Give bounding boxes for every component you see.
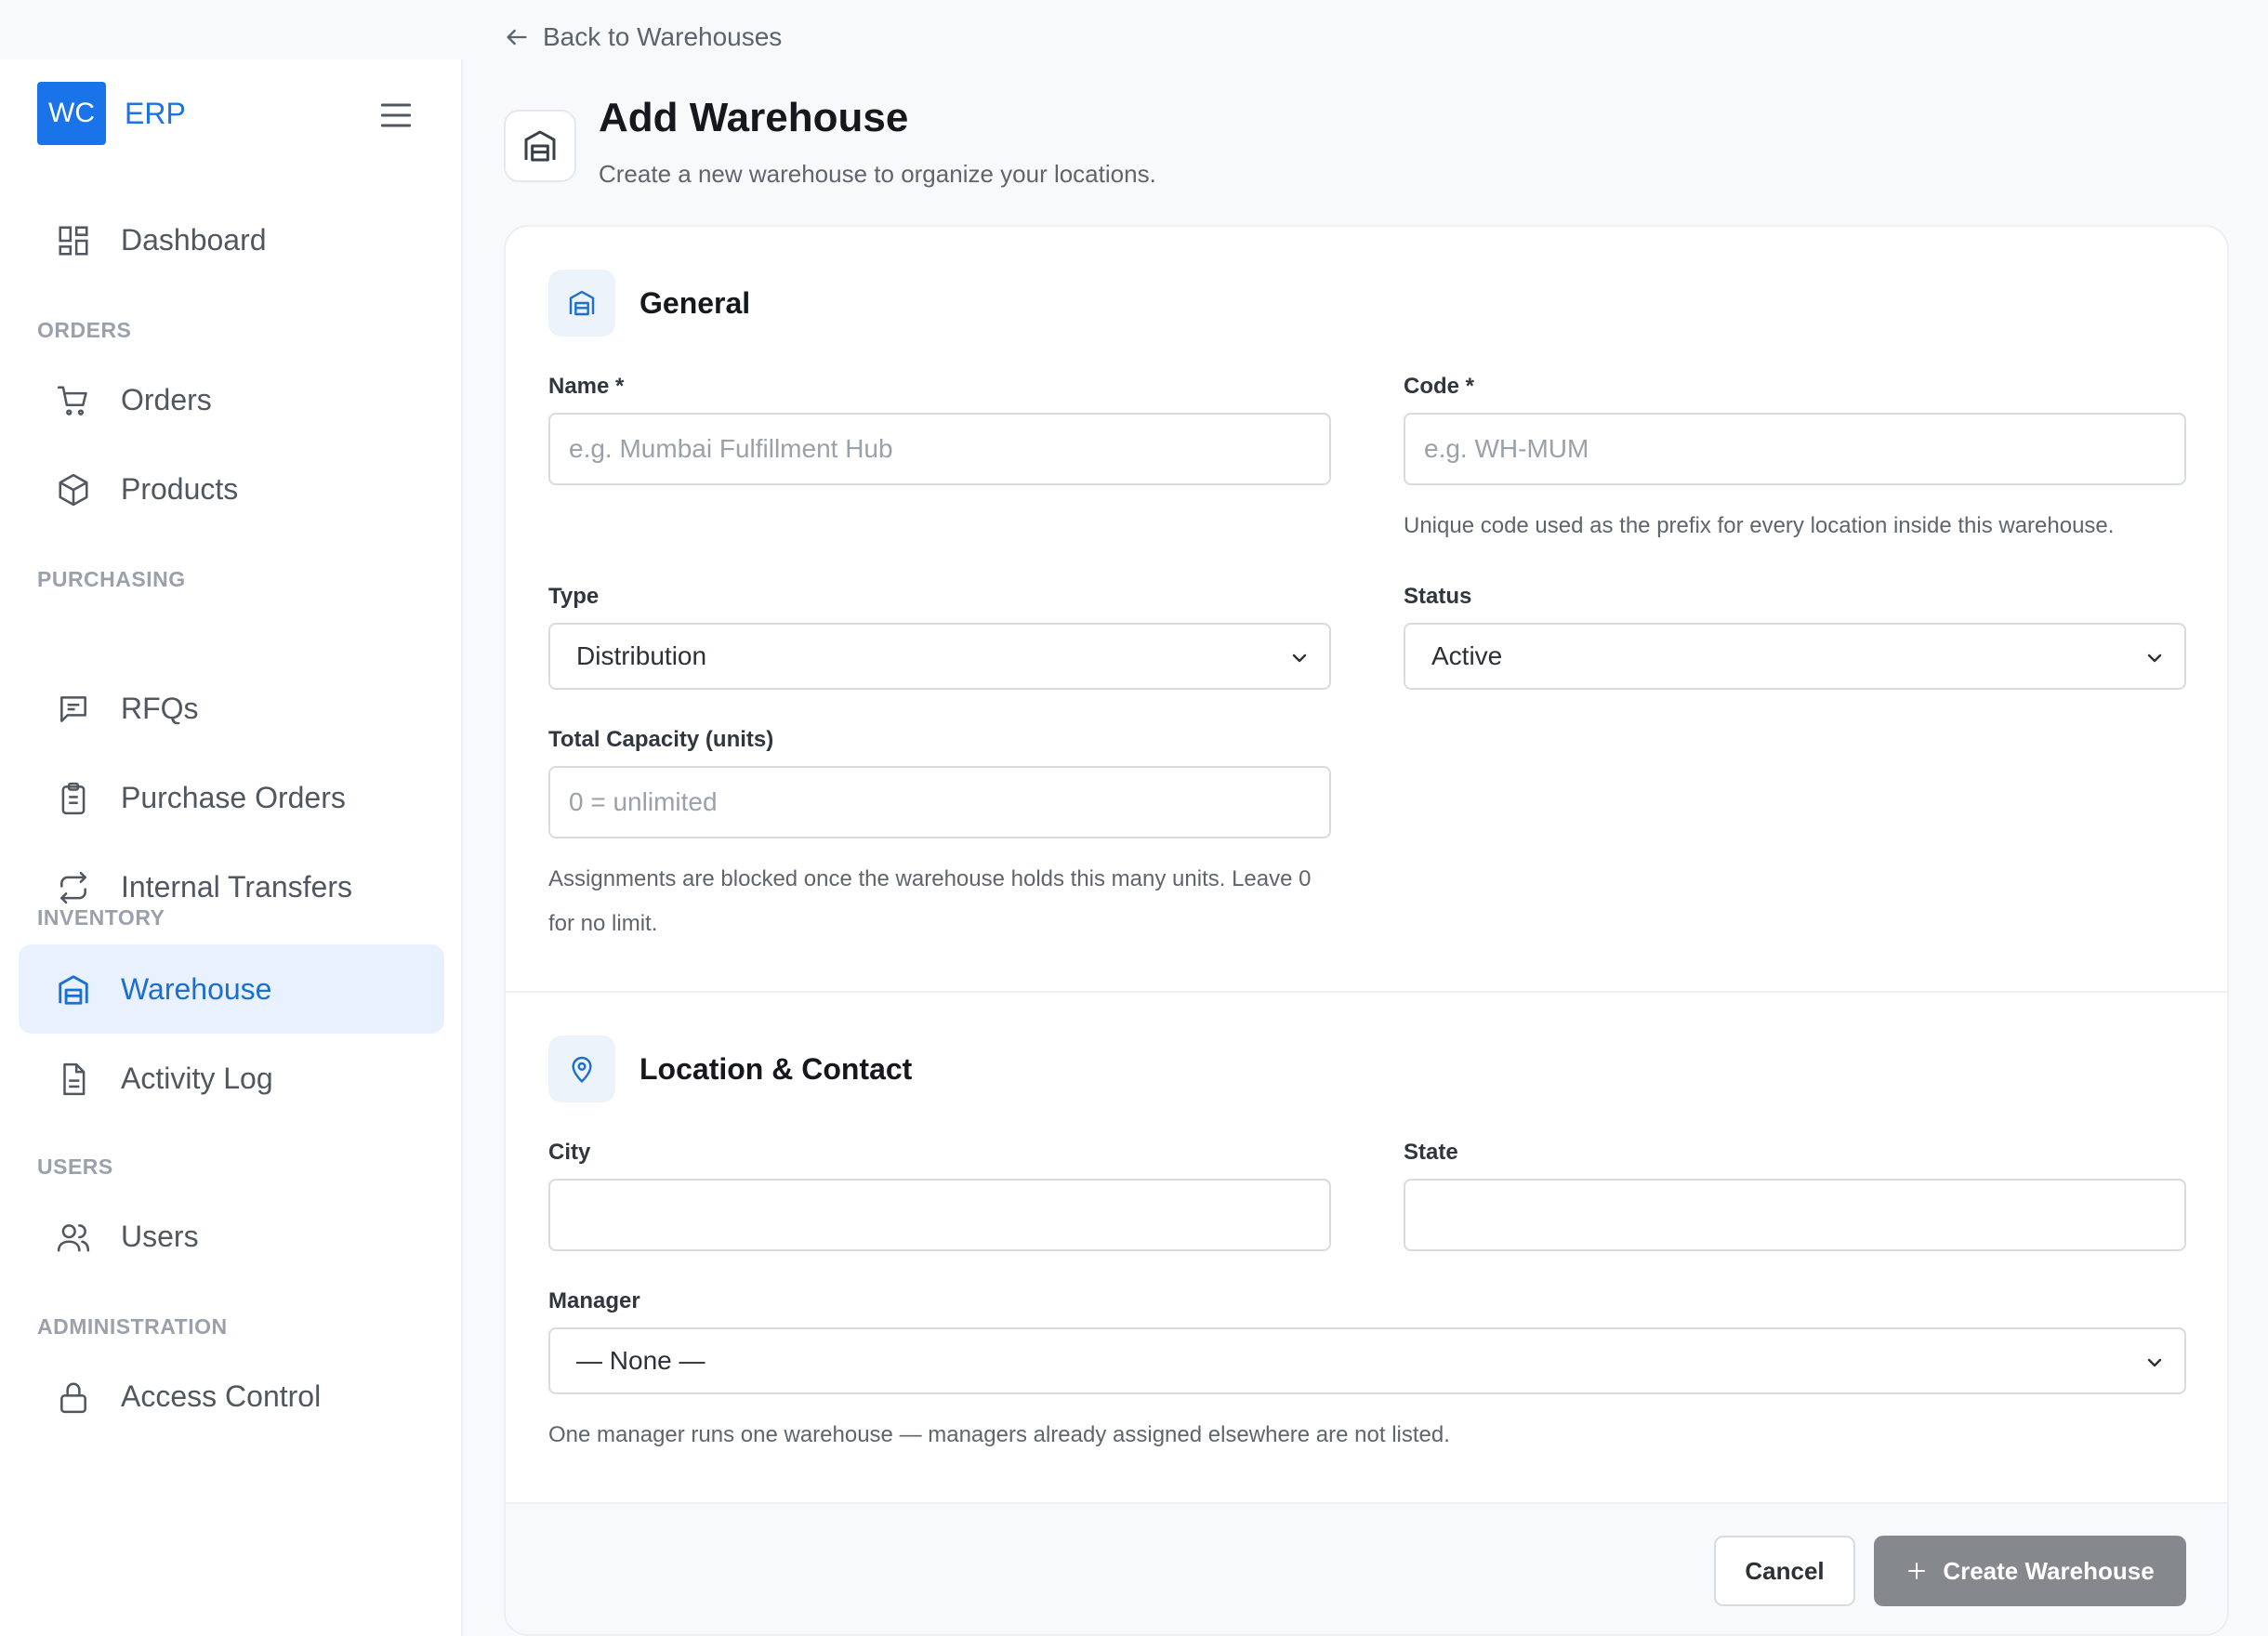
warehouse-icon [59,975,88,1005]
warehouse-form-card: General Name * Code * Unique code used a… [504,225,2229,1636]
lock-icon [60,1382,86,1414]
manager-selected-value: — None — [576,1346,705,1375]
section-label-inventory: INVENTORY [37,905,165,930]
city-label: City [548,1140,591,1165]
brand-logo: WC [37,82,106,145]
location-section-icon-box [548,1036,615,1102]
sidebar-item-access-control[interactable]: Access Control [19,1352,444,1441]
sidebar-item-purchase-orders[interactable]: Purchase Orders [19,753,444,842]
city-input[interactable] [548,1179,1331,1251]
file-text-icon [63,1062,86,1096]
chevron-down-icon [2147,653,2162,663]
capacity-input[interactable] [548,766,1331,838]
warehouse-icon [524,130,556,162]
sidebar-item-label: Products [121,471,239,506]
cancel-button[interactable]: Cancel [1714,1536,1855,1606]
status-selected-value: Active [1431,641,1503,670]
sidebar-item-products[interactable]: Products [19,444,444,534]
manager-help-text: One manager runs one warehouse — manager… [548,1422,1450,1447]
sidebar-item-label: Access Control [121,1379,322,1413]
back-link-label: Back to Warehouses [543,22,783,51]
name-input[interactable] [548,413,1331,485]
manager-label: Manager [548,1288,640,1313]
section-label-orders: ORDERS [37,318,132,342]
page-subtitle: Create a new warehouse to organize your … [599,160,1156,188]
manager-select[interactable]: — None — [548,1327,2186,1394]
brand[interactable]: WC ERP [37,82,186,145]
location-section-title: Location & Contact [640,1052,913,1086]
code-help-text: Unique code used as the prefix for every… [1404,513,2115,538]
plus-icon [1908,1563,1926,1579]
repeat-arrows-icon [60,871,86,904]
code-input[interactable] [1404,413,2186,485]
general-section-icon-box [548,270,615,336]
hamburger-menu-button[interactable] [376,95,416,136]
sidebar-item-orders[interactable]: Orders [19,355,444,444]
state-label: State [1404,1140,1458,1165]
back-to-warehouses-link[interactable]: Back to Warehouses [504,22,782,52]
sidebar-item-label: Internal Transfers [121,869,352,904]
chevron-down-icon [2147,1358,2162,1367]
type-selected-value: Distribution [576,641,707,670]
sidebar-item-label: Activity Log [121,1061,273,1095]
sidebar-item-label: Users [121,1219,199,1253]
box-icon [59,473,88,507]
clipboard-icon [61,782,86,815]
name-label: Name * [548,374,625,399]
dashboard-grid-icon [59,226,88,256]
create-warehouse-button[interactable]: Create Warehouse [1874,1536,2186,1606]
capacity-label: Total Capacity (units) [548,727,774,752]
page-warehouse-icon-box [504,110,576,182]
map-pin-icon [572,1056,592,1083]
sidebar-item-label: Orders [121,382,212,416]
sidebar-item-users[interactable]: Users [19,1192,444,1281]
sidebar: WC ERP Dashboard ORDERS Orders Products … [0,59,463,1636]
type-label: Type [548,584,600,609]
type-select[interactable]: Distribution [548,623,1331,690]
sidebar-item-label: RFQs [121,691,199,725]
hamburger-icon [380,103,412,127]
section-label-users: USERS [37,1154,113,1179]
status-select[interactable]: Active [1404,623,2186,690]
capacity-help-text: Assignments are blocked once the warehou… [548,866,1312,936]
chevron-down-icon [1292,653,1307,663]
sidebar-item-label: Warehouse [121,971,272,1006]
create-button-label: Create Warehouse [1943,1556,2155,1585]
sidebar-item-label: Dashboard [121,222,267,257]
sidebar-item-label: Purchase Orders [121,780,346,814]
section-label-administration: ADMINISTRATION [37,1314,228,1339]
sidebar-item-dashboard[interactable]: Dashboard [19,195,444,284]
shopping-cart-icon [57,386,87,416]
message-square-icon [60,696,86,722]
sidebar-item-rfqs[interactable]: RFQs [19,664,444,753]
form-footer: Cancel Create Warehouse [506,1502,2227,1634]
status-label: Status [1404,584,1472,609]
users-icon [57,1224,90,1252]
top-bar [0,0,2268,59]
sidebar-item-warehouse[interactable]: Warehouse [19,944,444,1034]
brand-name: ERP [125,96,186,130]
section-divider [506,991,2227,993]
sidebar-item-activity-log[interactable]: Activity Log [19,1034,444,1123]
page-title: Add Warehouse [599,95,909,140]
state-input[interactable] [1404,1179,2186,1251]
code-label: Code * [1404,374,1475,399]
general-section-title: General [640,286,751,320]
warehouse-icon [569,290,595,316]
section-label-purchasing: PURCHASING [37,567,186,591]
arrow-left-icon [507,29,527,46]
